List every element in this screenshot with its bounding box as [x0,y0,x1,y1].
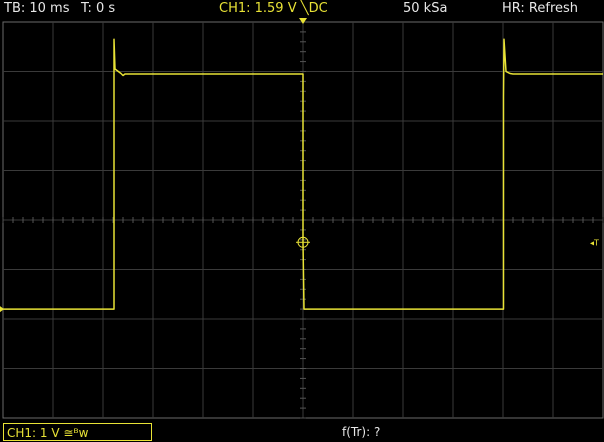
trigger-position-marker[interactable] [296,235,310,250]
trigger-position-readout[interactable]: T: 0 s [81,0,115,17]
frequency-measurement[interactable]: f(Tr): ? [342,423,380,441]
channel-info-bar: CH1: 1 V ≅ᴮw f(Tr): ? [0,422,604,442]
oscilloscope-screen[interactable]: ◂T [0,0,604,442]
acquisition-mode-readout[interactable]: HR: Refresh [502,0,578,17]
timebase-readout[interactable]: TB: 10 ms [4,0,69,17]
trigger-level-marker-icon[interactable]: ◂T [590,238,599,247]
sample-rate-readout[interactable]: 50 kSa [403,0,447,17]
status-bar: TB: 10 ms T: 0 s CH1: 1.59 V ╲DC 50 kSa … [0,0,604,17]
trigger-time-marker-icon[interactable] [299,18,307,24]
trigger-settings-readout[interactable]: CH1: 1.59 V ╲DC [219,0,328,17]
channel1-setting-box[interactable]: CH1: 1 V ≅ᴮw [3,423,152,441]
channel1-waveform [3,38,603,310]
